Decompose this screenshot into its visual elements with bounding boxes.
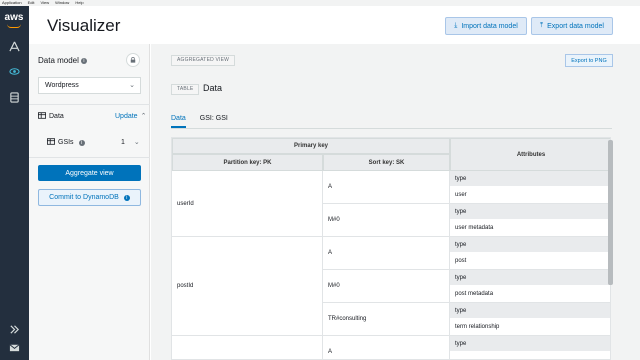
- attribute-value-cell[interactable]: term relationship: [450, 319, 610, 336]
- divider-2: [29, 157, 150, 158]
- sort-key-cell[interactable]: TR#consulting: [323, 303, 450, 336]
- table-name: Data: [203, 83, 223, 93]
- database-icon[interactable]: [7, 90, 21, 104]
- commit-info-icon: i: [123, 194, 130, 201]
- sort-key-cell[interactable]: A: [323, 171, 450, 204]
- table-icon: [38, 112, 46, 121]
- attribute-value-cell[interactable]: [450, 352, 610, 359]
- table-data-item[interactable]: Data: [38, 112, 64, 121]
- import-data-model-button[interactable]: ⤓ Import data model: [445, 17, 527, 35]
- aws-logo: aws: [3, 12, 25, 32]
- import-label: Import data model: [461, 22, 518, 30]
- table-data-label: Data: [49, 113, 64, 120]
- gsis-count-value: 1: [121, 138, 125, 146]
- tab-gsi[interactable]: GSI: GSI: [200, 115, 228, 128]
- attribute-name-cell: type: [450, 237, 610, 253]
- partition-key-cell[interactable]: userId: [172, 171, 323, 237]
- sort-key-cell[interactable]: A: [323, 237, 450, 270]
- sort-key-cell[interactable]: M#0: [323, 204, 450, 237]
- selected-model: Wordpress: [45, 82, 79, 89]
- menu-view[interactable]: View: [40, 0, 49, 6]
- operation-builder-icon[interactable]: [7, 39, 21, 53]
- grid-scrollbar[interactable]: [608, 140, 613, 285]
- commit-label: Commit to DynamoDB: [49, 194, 119, 201]
- menu-help[interactable]: Help: [75, 0, 83, 6]
- nav-rail: aws: [0, 6, 29, 360]
- tab-data[interactable]: Data: [171, 115, 186, 128]
- aws-smile-icon: [7, 24, 21, 28]
- export-label: Export data model: [547, 22, 604, 30]
- attributes-header: Attributes: [450, 138, 610, 171]
- sort-key-cell[interactable]: A: [323, 336, 450, 359]
- import-icon: ⤓: [454, 22, 458, 29]
- data-grid: Primary key Partition key: PK Sort key: …: [171, 137, 611, 360]
- update-link[interactable]: Update ⌃: [115, 112, 147, 121]
- sort-key-header: Sort key: SK: [323, 154, 450, 171]
- update-label: Update: [115, 112, 138, 120]
- visualizer-icon[interactable]: [7, 64, 21, 78]
- attribute-name-cell: type: [450, 303, 610, 319]
- chevron-down-icon: ⌄: [129, 82, 135, 89]
- table-chip: TABLE: [171, 84, 200, 95]
- data-model-heading: Data model i: [38, 56, 87, 65]
- tab-divider: [171, 128, 612, 129]
- export-data-model-button[interactable]: ⤒ Export data model: [531, 17, 613, 35]
- info-icon[interactable]: i: [80, 57, 87, 64]
- aggregate-view-label: Aggregate view: [65, 169, 114, 177]
- expand-icon[interactable]: [7, 322, 21, 336]
- primary-key-header: Primary key: [172, 138, 450, 154]
- attribute-name-cell: type: [450, 336, 610, 352]
- sort-key-cell[interactable]: M#0: [323, 270, 450, 303]
- export-icon: ⤒: [540, 22, 544, 29]
- commit-to-dynamodb-button[interactable]: Commit to DynamoDB i: [38, 189, 141, 206]
- aggregated-view-chip: AGGREGATED VIEW: [171, 55, 236, 66]
- attribute-name-cell: type: [450, 270, 610, 286]
- page-title: Visualizer: [47, 16, 121, 35]
- partition-key-header: Partition key: PK: [172, 154, 323, 171]
- gsis-count: 1 ⌄: [121, 138, 140, 147]
- attribute-value-cell[interactable]: post: [450, 253, 610, 270]
- gsi-table-icon: [47, 138, 55, 147]
- partition-key-cell[interactable]: [172, 336, 323, 359]
- attribute-value-cell[interactable]: user: [450, 187, 610, 204]
- data-model-label: Data model: [38, 56, 79, 65]
- view-tabs: Data GSI: GSI: [171, 115, 228, 128]
- mail-icon[interactable]: [7, 340, 21, 354]
- attribute-name-cell: type: [450, 204, 610, 220]
- chevron-up-icon: ⌃: [140, 113, 147, 120]
- export-to-png-button[interactable]: Export to PNG: [565, 54, 613, 67]
- gsis-chevron-down-icon[interactable]: ⌄: [134, 138, 140, 146]
- data-model-select[interactable]: Wordpress ⌄: [38, 77, 141, 94]
- export-png-label: Export to PNG: [571, 57, 607, 64]
- visualizer-main: AGGREGATED VIEW Export to PNG TABLE Data…: [151, 44, 640, 360]
- partition-key-cell[interactable]: postId: [172, 237, 323, 336]
- divider: [29, 104, 150, 105]
- app-menubar: Application Edit View Window Help: [0, 0, 640, 6]
- gsis-item[interactable]: GSIs i: [47, 138, 85, 147]
- aws-logo-text: aws: [4, 12, 24, 23]
- menu-window[interactable]: Window: [55, 0, 69, 6]
- gsis-label: GSIs: [58, 139, 74, 146]
- attribute-value-cell[interactable]: post metadata: [450, 286, 610, 303]
- gsis-info-icon[interactable]: i: [78, 139, 85, 146]
- lock-icon[interactable]: [126, 53, 140, 67]
- aggregate-view-button[interactable]: Aggregate view: [38, 165, 141, 181]
- attribute-name-cell: type: [450, 171, 610, 187]
- data-model-panel: Data model i Wordpress ⌄ Data Update ⌃ GS…: [29, 44, 150, 360]
- attribute-value-cell[interactable]: user metadata: [450, 220, 610, 237]
